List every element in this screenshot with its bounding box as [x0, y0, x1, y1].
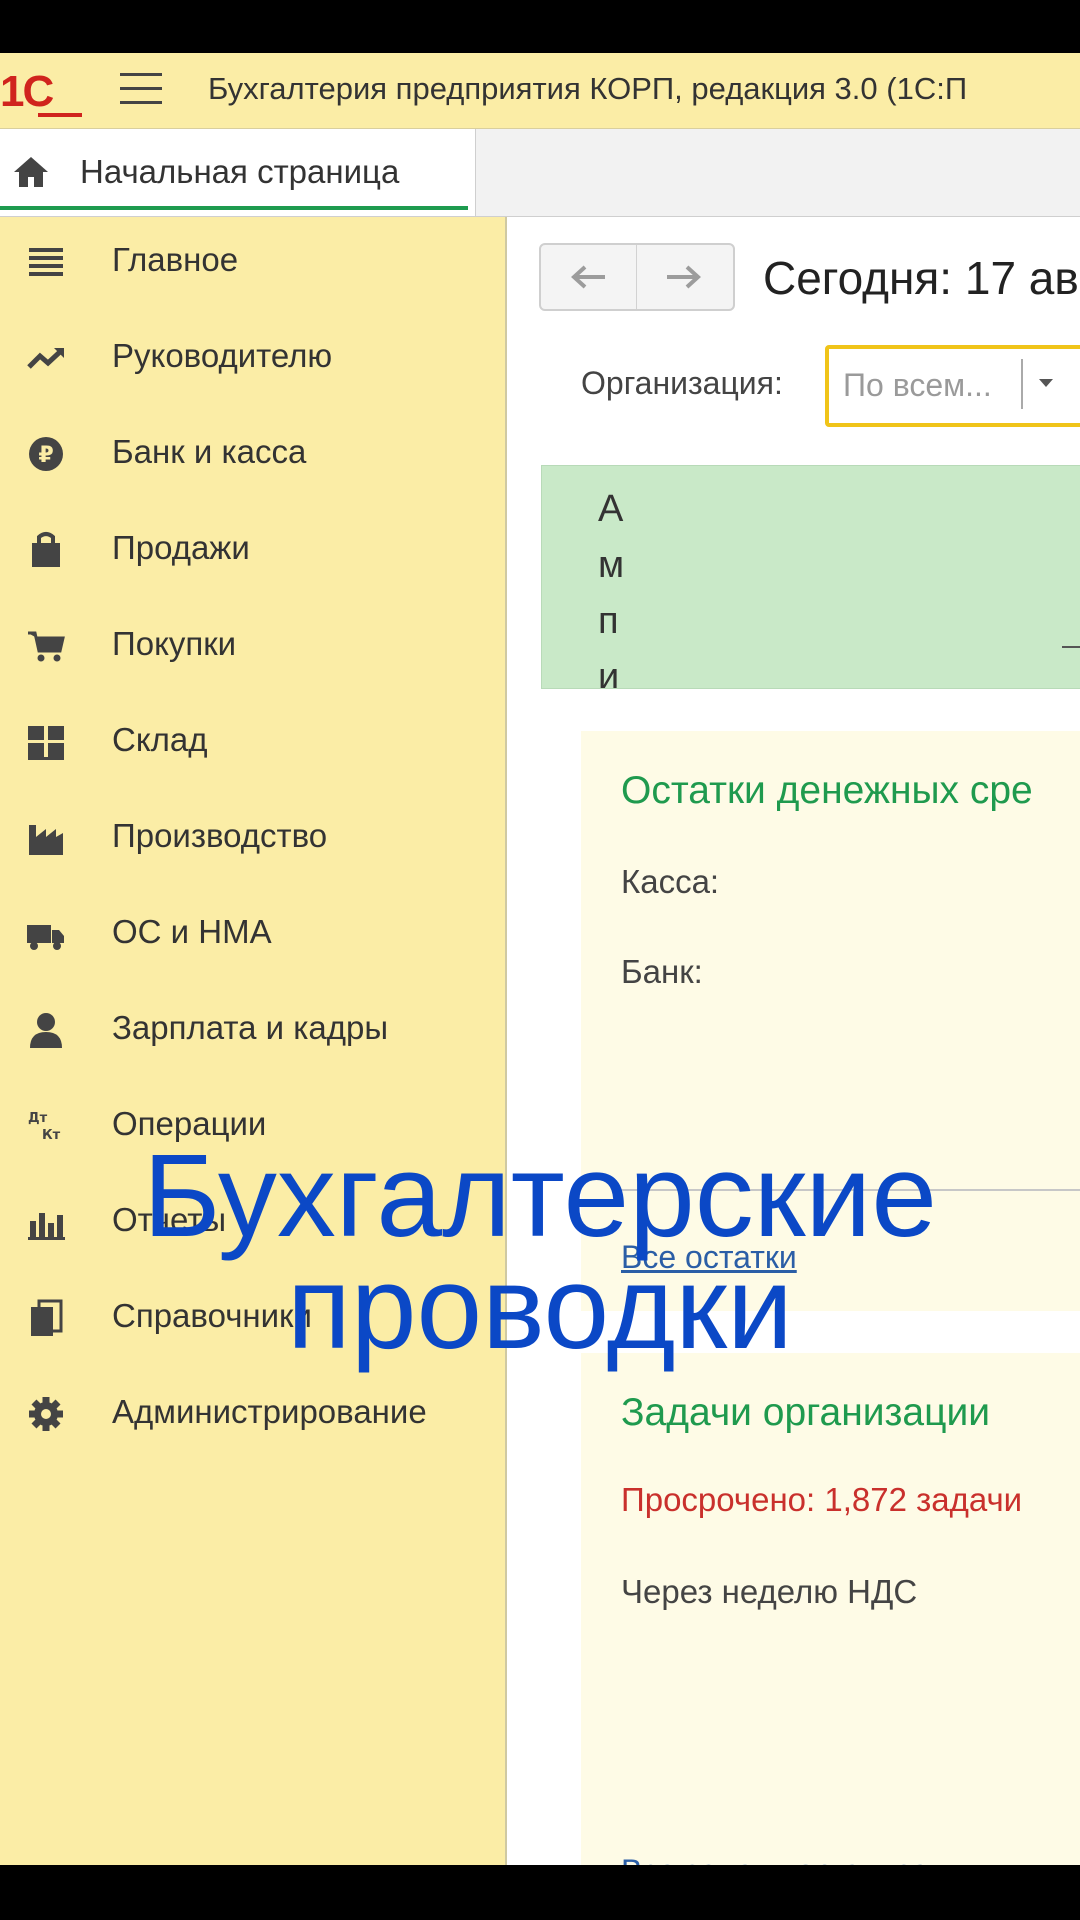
overdue-tasks[interactable]: Просрочено: 1,872 задачи	[621, 1481, 1022, 1519]
banner-text: м	[598, 544, 625, 586]
sidebar-item-production[interactable]: Производство	[0, 807, 505, 867]
sidebar-item-label: Склад	[112, 721, 208, 758]
cash-label: Касса:	[621, 863, 720, 900]
sidebar-item-label: Администрирование	[112, 1393, 427, 1430]
sidebar-item-label: Покупки	[112, 625, 237, 662]
banner-text: А	[598, 488, 624, 530]
chevron-down-icon[interactable]	[1039, 379, 1053, 387]
main-content: Сегодня: 17 ав Организация: По всем... А…	[507, 217, 1080, 1865]
logo-underline	[38, 113, 82, 117]
tab-label: Начальная страница	[80, 153, 400, 190]
sidebar-item-purchases[interactable]: Покупки	[0, 615, 505, 675]
all-tasks-link[interactable]: Все задачи организации	[621, 1853, 983, 1865]
factory-icon	[29, 825, 63, 855]
person-icon	[30, 1013, 62, 1048]
sidebar-item-label: Руководителю	[112, 337, 333, 374]
history-nav	[539, 243, 735, 311]
sidebar-item-label: ОС и НМА	[112, 913, 272, 950]
sidebar-item-main[interactable]: Главное	[0, 231, 505, 291]
hamburger-menu-icon[interactable]	[120, 73, 162, 105]
app-screen: 1С Бухгалтерия предприятия КОРП, редакци…	[0, 53, 1080, 1865]
app-logo: 1С	[0, 67, 82, 117]
sidebar-item-warehouse[interactable]: Склад	[0, 711, 505, 771]
active-tab-indicator	[0, 206, 468, 210]
shopping-bag-icon	[32, 532, 60, 567]
app-title: Бухгалтерия предприятия КОРП, редакция 3…	[208, 71, 968, 106]
organization-label: Организация:	[581, 365, 783, 401]
overlay-caption-line2: проводки	[287, 1242, 793, 1374]
select-separator	[1021, 359, 1023, 409]
svg-text:Дт: Дт	[28, 1111, 48, 1126]
tab-home[interactable]: Начальная страница	[0, 129, 476, 216]
organization-select[interactable]: По всем...	[825, 345, 1080, 427]
truck-icon	[27, 925, 64, 950]
bank-label: Банк:	[621, 953, 703, 990]
sidebar-item-salary[interactable]: Зарплата и кадры	[0, 999, 505, 1059]
tabs-bar: Начальная страница	[0, 129, 1080, 217]
tasks-card: Задачи организации Просрочено: 1,872 зад…	[581, 1353, 1080, 1865]
forward-button[interactable]	[637, 245, 732, 309]
menu-lines-icon	[29, 248, 63, 276]
arrow-right-icon	[667, 265, 701, 289]
warehouse-grid-icon	[28, 726, 64, 760]
today-date: Сегодня: 17 ав	[763, 252, 1079, 304]
sidebar-item-label: Производство	[112, 817, 328, 854]
home-icon	[14, 157, 48, 187]
sidebar-item-label: Продажи	[112, 529, 250, 566]
card-title: Задачи организации	[621, 1391, 991, 1434]
logo-text: 1С	[0, 67, 54, 116]
organization-value: По всем...	[843, 367, 992, 403]
gear-icon	[29, 1397, 63, 1431]
sidebar-item-sales[interactable]: Продажи	[0, 519, 505, 579]
cart-icon	[28, 631, 65, 662]
banner-text: п	[598, 600, 619, 642]
ruble-coin-icon: ₽	[29, 437, 63, 471]
sidebar-item-bank[interactable]: ₽ Банк и касса	[0, 423, 505, 483]
sidebar-item-assets[interactable]: ОС и НМА	[0, 903, 505, 963]
arrow-left-icon	[571, 265, 605, 289]
sidebar-item-label: Зарплата и кадры	[112, 1009, 389, 1046]
sidebar-item-label: Банк и касса	[112, 433, 307, 470]
back-button[interactable]	[541, 245, 637, 309]
overlay-caption-line1: Бухгалтерские	[143, 1130, 937, 1262]
sidebar-item-manager[interactable]: Руководителю	[0, 327, 505, 387]
sidebar-item-label: Главное	[112, 241, 239, 278]
banner-dash	[1062, 646, 1080, 648]
info-banner: А м п и	[541, 465, 1080, 689]
trend-up-icon	[27, 348, 64, 369]
title-bar: 1С Бухгалтерия предприятия КОРП, редакци…	[0, 53, 1080, 129]
upcoming-task[interactable]: Через неделю НДС	[621, 1573, 917, 1611]
banner-text: и	[598, 656, 620, 689]
debit-credit-icon: Дт Кт	[28, 1111, 61, 1143]
sidebar: Главное Руководителю ₽ Банк и касса Прод…	[0, 217, 507, 1865]
svg-text:₽: ₽	[38, 443, 53, 468]
sidebar-item-administration[interactable]: Администрирование	[0, 1383, 505, 1443]
card-title: Остатки денежных сре	[621, 769, 1033, 812]
